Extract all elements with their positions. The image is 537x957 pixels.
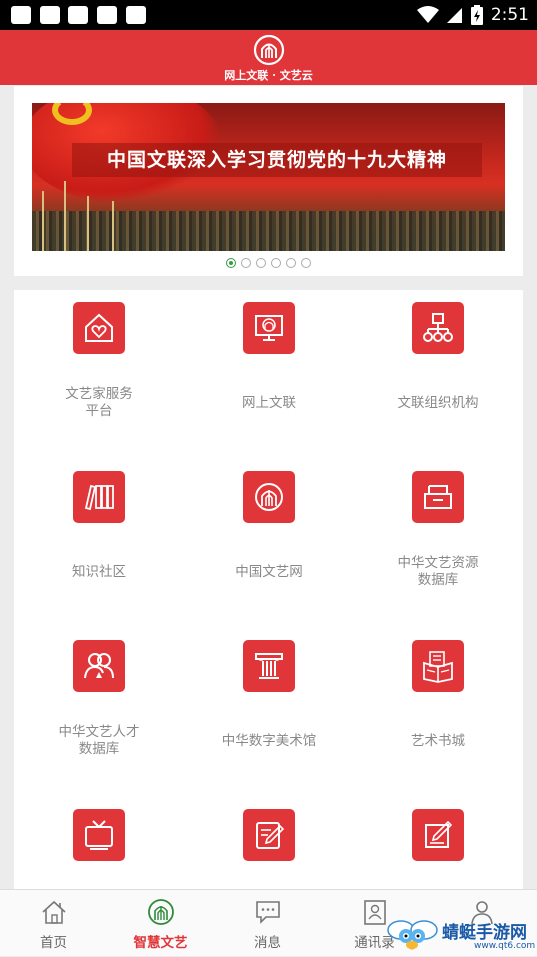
clock: 2:51 xyxy=(490,5,529,25)
app-header: 网上文联 · 文艺云 xyxy=(0,30,537,85)
notification-icon xyxy=(11,6,31,24)
grid-item-label: 文艺家服务 平台 xyxy=(65,386,133,419)
wenlian-logo-icon xyxy=(253,34,285,66)
feature-grid: 文艺家服务 平台 网上文联 文联组织机构 知识社区 中国文艺网 中华文艺资源 数… xyxy=(14,290,523,890)
grid-item-label: 知识社区 xyxy=(72,564,126,580)
notification-icon xyxy=(126,6,146,24)
grid-item-label: 艺术书城 xyxy=(411,733,465,749)
grid-item-organization[interactable]: 文联组织机构 xyxy=(353,290,523,459)
grid-item-edit[interactable] xyxy=(353,797,523,890)
notification-icon xyxy=(97,6,117,24)
grid-item-label: 文联组织机构 xyxy=(397,395,479,411)
battery-icon xyxy=(470,5,483,25)
carousel-dot[interactable] xyxy=(256,258,266,268)
storage-box-icon xyxy=(412,471,464,523)
carousel-dot[interactable] xyxy=(271,258,281,268)
grid-item-notes[interactable] xyxy=(184,797,354,890)
open-book-icon xyxy=(412,640,464,692)
museum-column-icon xyxy=(243,640,295,692)
carousel-dot[interactable] xyxy=(301,258,311,268)
monitor-logo-icon xyxy=(243,302,295,354)
tab-label: 消息 xyxy=(254,935,281,951)
wenyi-logo-icon xyxy=(243,471,295,523)
carousel-indicator xyxy=(14,258,523,268)
home-icon xyxy=(42,900,66,924)
books-icon xyxy=(73,471,125,523)
dragonfly-logo-icon xyxy=(387,920,438,950)
chat-bubble-icon xyxy=(256,901,280,924)
grid-item-resource-db[interactable]: 中华文艺资源 数据库 xyxy=(353,459,523,628)
carousel-dot-active[interactable] xyxy=(226,258,236,268)
org-chart-icon xyxy=(412,302,464,354)
watermark-title: 蜻蜓手游网 xyxy=(442,923,527,943)
grid-item-artist-service[interactable]: 文艺家服务 平台 xyxy=(14,290,184,459)
grid-item-knowledge-community[interactable]: 知识社区 xyxy=(14,459,184,628)
heart-house-icon xyxy=(73,302,125,354)
carousel-dot[interactable] xyxy=(286,258,296,268)
grid-item-tv[interactable] xyxy=(14,797,184,890)
grid-item-online-wenlian[interactable]: 网上文联 xyxy=(184,290,354,459)
grid-item-china-wenyi-net[interactable]: 中国文艺网 xyxy=(184,459,354,628)
banner-image[interactable]: 中国文联深入学习贯彻党的十九大精神 xyxy=(32,103,505,251)
wifi-icon xyxy=(416,6,439,23)
grid-item-label: 网上文联 xyxy=(242,395,296,411)
grid-item-label: 中华文艺资源 数据库 xyxy=(397,555,479,588)
grid-item-talent-db[interactable]: 中华文艺人才 数据库 xyxy=(14,628,184,797)
grid-item-bookstore[interactable]: 艺术书城 xyxy=(353,628,523,797)
signal-icon xyxy=(446,8,462,23)
tab-label: 首页 xyxy=(40,935,67,951)
contacts-card-icon xyxy=(364,900,386,925)
banner-headline: 中国文联深入学习贯彻党的十九大精神 xyxy=(106,149,447,171)
notification-icon xyxy=(68,6,88,24)
notepad-pen-icon xyxy=(243,809,295,861)
grid-item-art-museum[interactable]: 中华数字美术馆 xyxy=(184,628,354,797)
tab-label: 智慧文艺 xyxy=(133,935,188,951)
edit-doc-icon xyxy=(412,809,464,861)
tab-smart-wenyi[interactable]: 智慧文艺 xyxy=(107,890,214,957)
notification-icon xyxy=(40,6,60,24)
banner-card: 中国文联深入学习贯彻党的十九大精神 xyxy=(14,86,523,276)
wenyi-logo-icon xyxy=(148,899,174,925)
status-bar: 2:51 xyxy=(0,0,537,30)
watermark: 蜻蜓手游网 www.qt6.com xyxy=(386,914,536,956)
app-title: 网上文联 · 文艺云 xyxy=(224,69,313,82)
tab-home[interactable]: 首页 xyxy=(0,890,107,957)
grid-item-label: 中华文艺人才 数据库 xyxy=(58,724,140,757)
carousel-dot[interactable] xyxy=(241,258,251,268)
grid-item-label: 中华数字美术馆 xyxy=(221,733,317,749)
tab-messages[interactable]: 消息 xyxy=(214,890,321,957)
tv-icon xyxy=(73,809,125,861)
watermark-url: www.qt6.com xyxy=(474,941,536,951)
people-icon xyxy=(73,640,125,692)
grid-item-label: 中国文艺网 xyxy=(235,564,303,580)
